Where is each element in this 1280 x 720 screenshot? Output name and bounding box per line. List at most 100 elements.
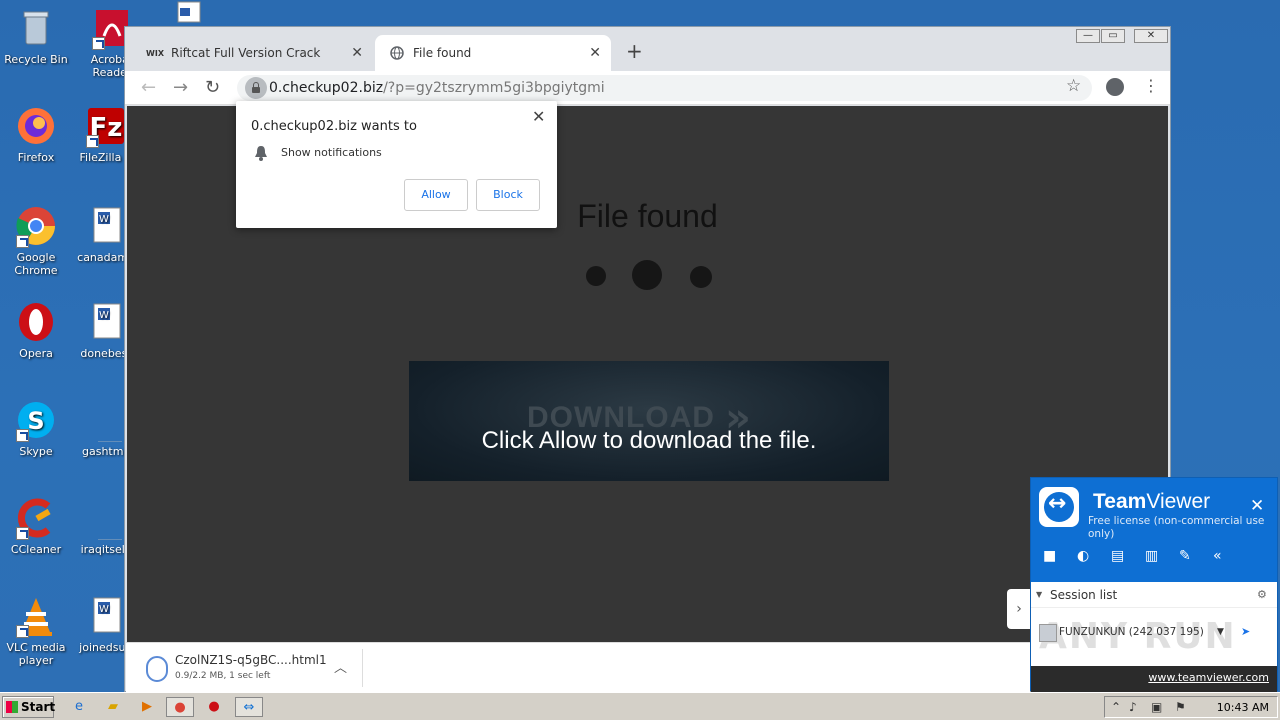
download-banner[interactable]: DOWNLOAD » Click Allow to download the f… (409, 361, 889, 481)
license-text: Free license (non-commercial use only) (1088, 515, 1265, 540)
clock[interactable]: 10:43 AM (1217, 701, 1269, 714)
shortcut-arrow-icon (16, 429, 29, 442)
permission-title: 0.checkup02.biz wants to (251, 119, 417, 134)
word-document-icon: W (84, 204, 128, 248)
desktop-icon-label: Skype (19, 445, 53, 458)
profile-avatar-icon[interactable] (1106, 78, 1124, 96)
internet-explorer-icon[interactable]: e (68, 697, 90, 717)
teamviewer-header: TeamViewer Free license (non-commercial … (1031, 478, 1277, 582)
tab-title: Riftcat Full Version Crack (171, 46, 321, 60)
desktop-icon-label: Recycle Bin (4, 53, 68, 66)
desktop-icon-opera[interactable]: Opera (0, 300, 72, 360)
loading-dot (690, 266, 712, 288)
teamviewer-name: TeamViewer (1093, 490, 1211, 513)
tab-title: File found (413, 46, 472, 60)
blank-file-icon (84, 496, 128, 541)
block-button[interactable]: Block (476, 179, 540, 211)
desktop-icon-label: gashtml. (81, 445, 130, 458)
new-tab-plus-icon[interactable]: + (626, 39, 643, 63)
network-icon[interactable]: ▣ (1151, 700, 1162, 714)
desktop-icon-label: Google Chrome (14, 251, 58, 277)
loading-dot (632, 260, 662, 290)
forward-arrow-icon[interactable]: → (173, 77, 188, 98)
headset-icon[interactable]: ◐ (1077, 548, 1111, 564)
minimize-button[interactable]: — (1076, 29, 1100, 43)
start-button[interactable]: Start (2, 696, 55, 718)
bookmark-star-icon[interactable]: ☆ (1066, 76, 1081, 96)
teamviewer-taskbar-icon[interactable]: ⇔ (235, 697, 263, 717)
desktop-icon-skype[interactable]: S Skype (0, 398, 72, 458)
desktop-icon-label: Opera (19, 347, 53, 360)
dropdown-arrow-icon[interactable]: ▼ (1217, 621, 1224, 643)
collapse-chevron-icon[interactable]: « (1213, 548, 1247, 564)
allow-instruction: Click Allow to download the file. (481, 427, 817, 454)
close-icon[interactable]: ✕ (532, 107, 545, 126)
svg-text:W: W (99, 214, 109, 225)
shortcut-arrow-icon (16, 527, 29, 540)
loading-dot (586, 266, 606, 286)
bell-icon (254, 145, 268, 161)
session-name: FUNZUNKUN (242 037 195) (1059, 626, 1204, 638)
action-center-flag-icon[interactable]: ⚑ (1175, 700, 1186, 714)
desktop-icon-label: Firefox (17, 151, 55, 164)
vlc-icon (14, 594, 58, 638)
close-icon[interactable]: ✕ (1250, 496, 1264, 516)
chrome-taskbar-icon[interactable]: ● (166, 697, 194, 717)
svg-text:W: W (99, 310, 109, 321)
cursor-arrow-icon: ➤ (1241, 625, 1251, 638)
tab-close-icon[interactable]: ✕ (589, 45, 601, 61)
word-document-icon: W (84, 594, 128, 638)
lock-icon[interactable] (245, 77, 267, 99)
svg-text:S: S (27, 407, 44, 435)
teamviewer-footer: www.teamviewer.com (1031, 666, 1277, 692)
download-filename[interactable]: CzolNZ1S-q5gBC....html1 (175, 653, 327, 667)
desktop-icon-ccleaner[interactable]: CCleaner (0, 496, 72, 556)
maximize-button[interactable]: ▭ (1101, 29, 1125, 43)
allow-button[interactable]: Allow (404, 179, 468, 211)
gear-icon[interactable]: ⚙ (1257, 588, 1267, 601)
side-panel-chevron-icon[interactable]: › (1007, 589, 1031, 629)
tray-expand-icon[interactable]: ⌃ (1111, 700, 1121, 714)
wix-favicon-icon: WIX (146, 48, 164, 58)
taskbar: Start e ▰ ▶ ● ● ⇔ ⌃ ♪ ▣ ⚑ 10:43 AM (0, 692, 1280, 720)
desktop-icon-chrome[interactable]: Google Chrome (0, 204, 72, 277)
teamviewer-logo-icon (1039, 487, 1079, 527)
chevron-up-icon[interactable]: ︿ (334, 657, 347, 676)
tab-file-found[interactable]: File found ✕ (375, 35, 611, 71)
download-progress-file-icon (146, 656, 168, 682)
session-row[interactable]: FUNZUNKUN (242 037 195) ▼ ➤ (1037, 621, 1267, 643)
video-camera-icon[interactable]: ■ (1043, 548, 1077, 564)
shortcut-arrow-icon (16, 235, 29, 248)
tab-close-icon[interactable]: ✕ (351, 45, 363, 61)
address-bar[interactable]: 0.checkup02.biz/?p=gy2tszrymm5gi3bpgiytg… (237, 75, 1092, 101)
download-shelf: CzolNZ1S-q5gBC....html1 0.9/2.2 MB, 1 se… (126, 642, 1030, 692)
filezilla-icon: Fz (84, 104, 128, 148)
teamviewer-link[interactable]: www.teamviewer.com (1148, 671, 1269, 684)
opera-taskbar-icon[interactable]: ● (203, 697, 225, 717)
globe-icon (389, 45, 405, 61)
back-arrow-icon[interactable]: ← (141, 77, 156, 98)
desktop-icon-firefox[interactable]: Firefox (0, 104, 72, 164)
menu-kebab-icon[interactable]: ⋮ (1143, 76, 1159, 95)
files-icon[interactable]: ▥ (1145, 548, 1179, 564)
desktop-icon-vlc[interactable]: VLC media player (0, 594, 72, 667)
session-list-header[interactable]: Session list (1031, 582, 1277, 608)
reload-icon[interactable]: ↻ (205, 77, 220, 98)
folder-icon[interactable]: ▰ (102, 697, 124, 717)
skype-icon: S (14, 398, 58, 442)
close-window-button[interactable]: ✕ (1134, 29, 1168, 43)
recycle-bin-icon (14, 6, 58, 50)
ccleaner-icon (14, 496, 58, 540)
address-path: /?p=gy2tszrymm5gi3bpgiytgmi (383, 80, 605, 96)
tab-strip: WIX Riftcat Full Version Crack ✕ File fo… (125, 27, 1170, 71)
volume-icon[interactable]: ♪ (1129, 700, 1137, 714)
tab-riftcat[interactable]: WIX Riftcat Full Version Crack ✕ (133, 35, 373, 71)
shortcut-arrow-icon (86, 135, 99, 148)
firefox-icon (14, 104, 58, 148)
shortcut-arrow-icon (92, 37, 105, 50)
media-player-icon[interactable]: ▶ (136, 697, 158, 717)
notification-permission-popup: 0.checkup02.biz wants to ✕ Show notifica… (236, 101, 557, 228)
desktop-icon-recycle-bin[interactable]: Recycle Bin (0, 6, 72, 66)
whiteboard-brush-icon[interactable]: ✎ (1179, 548, 1213, 564)
chat-icon[interactable]: ▤ (1111, 548, 1145, 564)
